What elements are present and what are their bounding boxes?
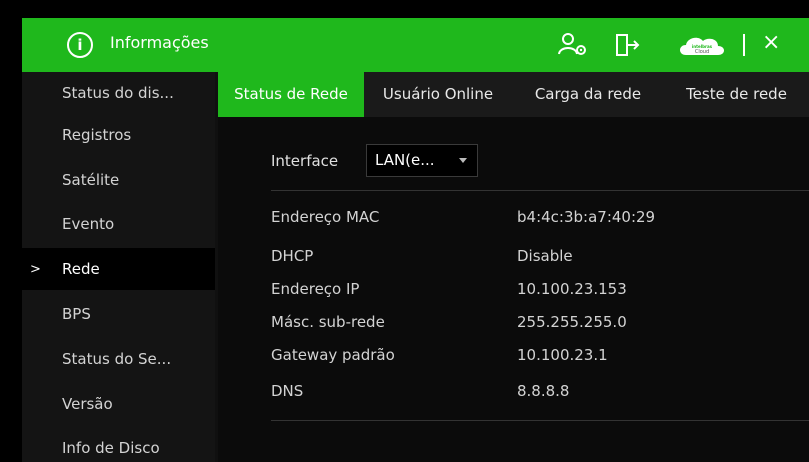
close-icon[interactable]: ×: [762, 29, 780, 57]
tab-online-users[interactable]: Usuário Online: [364, 72, 512, 117]
sidebar-item-label: Status do Se...: [62, 350, 172, 368]
content-panel: Status de Rede Usuário Online Carga da r…: [218, 72, 809, 462]
sidebar-item-disk-info[interactable]: Info de Disco: [22, 427, 215, 462]
sidebar-item-label: Satélite: [62, 171, 120, 189]
tab-network-status[interactable]: Status de Rede: [218, 72, 364, 117]
ip-label: Endereço IP: [271, 280, 360, 298]
active-arrow-icon: >: [30, 261, 41, 277]
sidebar-item-label: Rede: [62, 260, 100, 278]
interface-value: LAN(e...: [375, 151, 435, 169]
sidebar-item-label: BPS: [62, 305, 91, 323]
info-window: i Informações intelbras Cloud × Status d…: [22, 18, 809, 462]
sidebar-item-service-status[interactable]: Status do Se...: [22, 338, 215, 380]
divider-top: [271, 190, 809, 191]
logout-icon[interactable]: [615, 32, 641, 58]
interface-select[interactable]: LAN(e...: [366, 144, 478, 177]
tab-network-test[interactable]: Teste de rede: [664, 72, 809, 117]
sidebar-item-version[interactable]: Versão: [22, 383, 215, 425]
subnet-value: 255.255.255.0: [517, 313, 627, 331]
divider-bottom: [271, 420, 809, 421]
dns-label: DNS: [271, 382, 304, 400]
sidebar-item-label: Versão: [62, 395, 113, 413]
sidebar-item-satellite[interactable]: Satélite: [22, 159, 215, 201]
subnet-label: Másc. sub-rede: [271, 313, 385, 331]
sidebar-item-label: Status do dis...: [62, 84, 174, 102]
user-settings-icon[interactable]: [558, 32, 588, 58]
sidebar-item-bps[interactable]: BPS: [22, 293, 215, 335]
sidebar-item-label: Info de Disco: [62, 439, 160, 457]
dhcp-label: DHCP: [271, 247, 314, 265]
cloud-icon[interactable]: intelbras Cloud: [676, 34, 728, 56]
interface-label: Interface: [271, 152, 339, 170]
cloud-logo-bottom: Cloud: [695, 49, 709, 55]
sidebar-item-device-status[interactable]: Status do dis...: [22, 72, 215, 114]
sidebar-item-event[interactable]: Evento: [22, 203, 215, 245]
sidebar-item-label: Evento: [62, 215, 115, 233]
ip-value: 10.100.23.153: [517, 280, 627, 298]
gateway-value: 10.100.23.1: [517, 346, 608, 364]
mac-value: b4:4c:3b:a7:40:29: [517, 208, 656, 226]
mac-label: Endereço MAC: [271, 208, 380, 226]
dhcp-value: Disable: [517, 247, 573, 265]
sidebar-item-logs[interactable]: Registros: [22, 114, 215, 156]
sidebar: Status do dis... Registros Satélite Even…: [22, 72, 215, 462]
title-bar: i Informações intelbras Cloud ×: [22, 18, 809, 72]
dropdown-arrow-icon: [459, 158, 467, 163]
window-title: Informações: [110, 33, 209, 52]
dns-value: 8.8.8.8: [517, 382, 570, 400]
tab-network-load[interactable]: Carga da rede: [512, 72, 664, 117]
title-separator: [743, 34, 745, 56]
info-icon: i: [67, 32, 93, 58]
sidebar-item-network[interactable]: > Rede: [22, 248, 215, 290]
gateway-label: Gateway padrão: [271, 346, 395, 364]
sidebar-item-label: Registros: [62, 126, 132, 144]
tab-bar: Status de Rede Usuário Online Carga da r…: [218, 72, 809, 117]
